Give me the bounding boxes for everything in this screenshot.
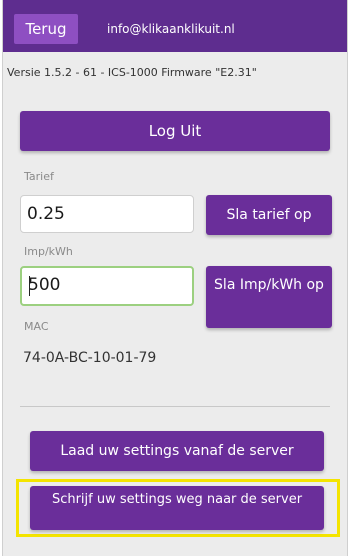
settings-screen: Terug info@klikaanklikuit.nl Versie 1.5.… — [2, 0, 348, 556]
load-settings-button[interactable]: Laad uw settings vanaf de server — [30, 431, 324, 471]
text-cursor — [29, 276, 30, 296]
version-text: Versie 1.5.2 - 61 - ICS-1000 Firmware "E… — [7, 66, 257, 79]
save-imp-button[interactable]: Sla Imp/kWh op — [206, 266, 332, 328]
tarief-input[interactable]: 0.25 — [20, 195, 194, 233]
imp-input[interactable]: 500 — [20, 266, 194, 306]
account-email: info@klikaanklikuit.nl — [107, 22, 235, 36]
write-settings-button[interactable]: Schrijf uw settings weg naar de server — [30, 486, 324, 530]
mac-label: MAC — [24, 320, 49, 333]
divider — [20, 406, 330, 407]
imp-input-value: 500 — [28, 275, 61, 295]
back-button[interactable]: Terug — [14, 14, 78, 44]
header-bar: Terug info@klikaanklikuit.nl — [3, 0, 347, 52]
logout-button[interactable]: Log Uit — [20, 111, 330, 151]
save-tarief-button[interactable]: Sla tarief op — [206, 195, 332, 235]
imp-label: Imp/kWh — [24, 245, 73, 258]
tarief-label: Tarief — [24, 170, 54, 183]
mac-value: 74-0A-BC-10-01-79 — [23, 350, 157, 366]
